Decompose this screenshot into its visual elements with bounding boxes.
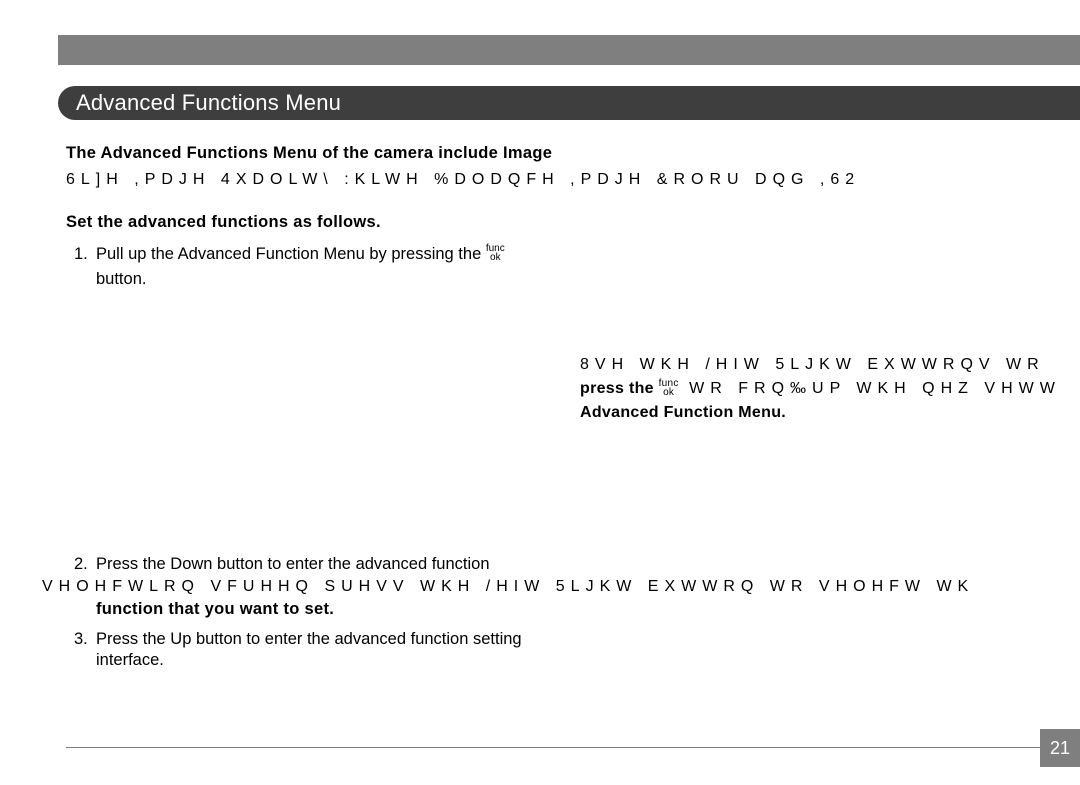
step-2-line3: function that you want to set. xyxy=(66,600,1080,619)
float-adv-line: Advanced Function Menu. xyxy=(580,404,1080,422)
content-block: The Advanced Functions Menu of the camer… xyxy=(66,142,1080,291)
page-number-box: 21 xyxy=(1040,729,1080,767)
step-1-text-b: button. xyxy=(66,268,1080,291)
footer-rule xyxy=(66,747,1080,748)
step-3-line2: interface. xyxy=(66,651,1080,670)
step-2: 2. Press the Down button to enter the ad… xyxy=(66,555,1080,619)
step-3-number: 3. xyxy=(74,630,88,649)
func-ok-icon-2: funcok xyxy=(659,379,679,397)
step-2-garble: VHOHFWLRQ VFUHHQ SUHVV WKH /HIW 5LJKW EX… xyxy=(42,578,1080,596)
intro-line: The Advanced Functions Menu of the camer… xyxy=(66,142,1080,165)
set-instructions-heading: Set the advanced functions as follows. xyxy=(66,211,1080,234)
step-1: 1. Pull up the Advanced Function Menu by… xyxy=(66,243,1080,266)
top-gray-bar xyxy=(58,35,1080,65)
step-1-text-a: Pull up the Advanced Function Menu by pr… xyxy=(96,245,486,263)
page-number: 21 xyxy=(1050,738,1070,759)
float-press-garble: WR FRQ‰UP WKH QHZ VHWW xyxy=(679,380,1061,397)
step-1-number: 1. xyxy=(74,243,88,266)
step-2-number: 2. xyxy=(74,555,88,574)
step-3: 3. Press the Up button to enter the adva… xyxy=(66,630,1080,670)
func-ok-icon: funcok xyxy=(486,244,505,262)
float-garble-line: 8VH WKH /HIW 5LJKW EXWWRQV WR xyxy=(580,356,1080,374)
step-3-line1: Press the Up button to enter the advance… xyxy=(96,630,522,648)
float-right-block: 8VH WKH /HIW 5LJKW EXWWRQV WR press the … xyxy=(580,356,1080,422)
section-title: Advanced Functions Menu xyxy=(76,90,341,116)
step-2-line1: Press the Down button to enter the advan… xyxy=(96,555,490,573)
section-title-pill: Advanced Functions Menu xyxy=(58,86,1080,120)
float-press-line: press the funcok WR FRQ‰UP WKH QHZ VHWW xyxy=(580,380,1080,398)
float-press-a: press the xyxy=(580,380,659,397)
garbled-line-1: 6L]H ,PDJH 4XDOLW\ :KLWH %DODQFH ,PDJH &… xyxy=(66,169,1080,191)
